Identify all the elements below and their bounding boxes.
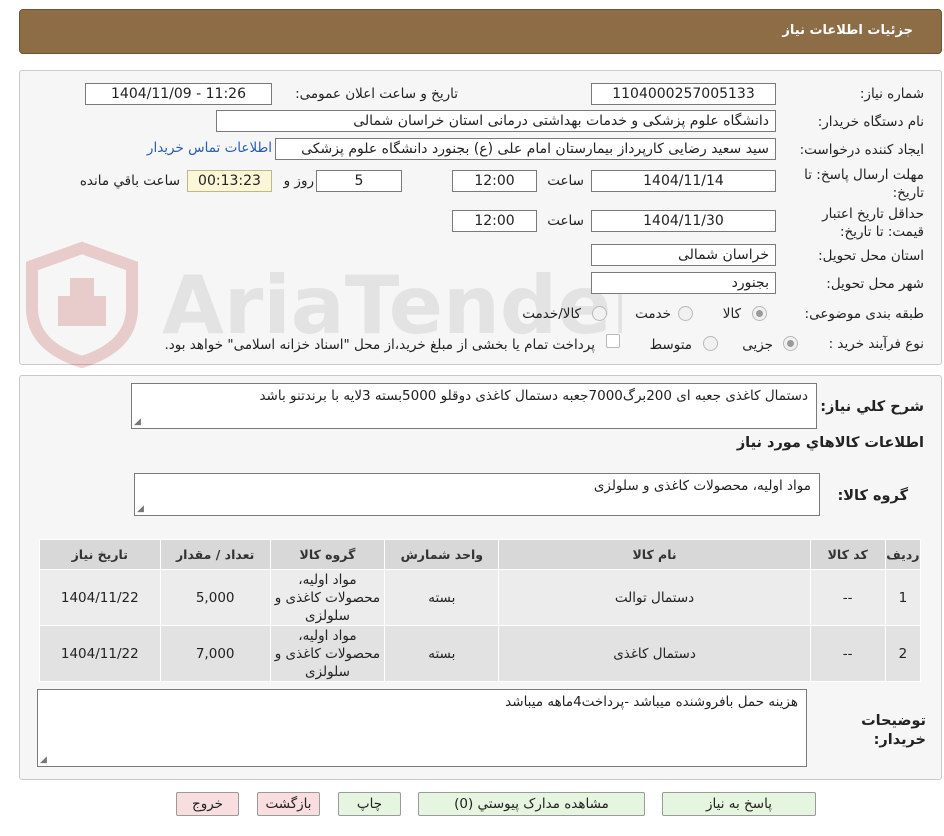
col-item-code: کد کالا	[809, 539, 886, 570]
need-number-field: 1104000257005133	[591, 83, 776, 105]
price-validity-label: حداقل تاریخ اعتبار قیمت: تا تاریخ:	[822, 206, 924, 240]
resize-grip-icon: ◢	[134, 417, 141, 427]
city-label: شهر محل تحویل:	[826, 276, 924, 292]
treasury-payment-note: پرداخت تمام یا بخشی از مبلغ خرید،از محل …	[164, 337, 595, 353]
cell-item-group: مواد اولیه، محصولات کاغذی و سلولزی	[269, 569, 386, 626]
description-label: شرح کلي نياز:	[820, 399, 924, 415]
buyer-notes-textarea: هزینه حمل بافروشنده میباشد -پرداخت4ماهه …	[37, 689, 807, 767]
cell-item-group: مواد اولیه، محصولات کاغذی و سلولزی	[269, 625, 386, 682]
cell-row-number: 2	[884, 625, 922, 682]
col-unit: واحد شمارش	[384, 539, 500, 570]
remaining-label: ساعت باقي مانده	[79, 173, 180, 189]
deadline-hour-label: ساعت	[547, 173, 584, 189]
days-field: 5	[316, 170, 402, 192]
col-quantity: تعداد / مقدار	[159, 539, 271, 570]
buyer-org-label: نام دستگاه خریدار:	[817, 114, 924, 130]
goods-group-textarea: مواد اولیه، محصولات کاغذی و سلولزی ◢	[134, 473, 820, 516]
col-item-name: نام کالا	[498, 539, 811, 570]
goods-group-label: گروه کالا:	[837, 488, 908, 504]
cell-unit: بسته	[384, 569, 500, 626]
resize-grip-icon: ◢	[137, 504, 144, 514]
day-and-label: روز و	[283, 173, 314, 189]
buyer-notes-label: توضیحات خریدار:	[861, 713, 926, 748]
col-need-date: تاريخ نياز	[39, 539, 161, 570]
cell-need-date: 1404/11/22	[39, 569, 161, 626]
deadline-label: مهلت ارسال پاسخ: تا تاریخ:	[804, 167, 924, 201]
category-goods-service-label: کالا/خدمت	[522, 306, 581, 322]
category-goods-service-radio[interactable]	[592, 306, 607, 321]
price-validity-hour-label: ساعت	[547, 213, 584, 229]
cell-item-code: --	[809, 625, 886, 682]
col-row-number: رديف	[884, 539, 922, 570]
category-service-radio[interactable]	[678, 306, 693, 321]
creator-field: سید سعید رضایی کارپرداز بیمارستان امام ع…	[275, 138, 776, 160]
announce-field: 1404/11/09 - 11:26	[85, 83, 272, 105]
cell-item-name: دستمال کاغذی	[498, 625, 811, 682]
description-text: دستمال کاغذی جعبه ای 200برگ7000جعبه دستم…	[259, 388, 808, 404]
reply-button[interactable]: پاسخ به نياز	[662, 792, 816, 816]
resize-grip-icon: ◢	[40, 755, 47, 765]
process-minor-label: جزیی	[742, 337, 773, 353]
cell-unit: بسته	[384, 625, 500, 682]
category-goods-radio[interactable]	[752, 306, 767, 321]
price-validity-date-field: 1404/11/30	[591, 210, 776, 232]
table-header-row: رديف کد کالا نام کالا واحد شمارش گروه کا…	[39, 539, 922, 570]
announce-label: تاریخ و ساعت اعلان عمومی:	[295, 86, 458, 102]
print-button[interactable]: چاپ	[338, 792, 401, 816]
buyer-contact-link[interactable]: اطلاعات تماس خریدار	[147, 140, 272, 156]
city-field: بجنورد	[591, 272, 776, 294]
remaining-time-field: 00:13:23	[187, 170, 272, 192]
category-label: طبقه بندی موضوعی:	[804, 306, 924, 322]
deadline-date-field: 1404/11/14	[591, 170, 776, 192]
back-button[interactable]: بازگشت	[257, 792, 320, 816]
province-field: خراسان شمالی	[591, 244, 776, 266]
col-item-group: گروه کالا	[269, 539, 386, 570]
table-row: 1 -- دستمال توالت بسته مواد اولیه، محصول…	[39, 569, 922, 626]
page-header: جزئیات اطلاعات نیاز	[19, 9, 942, 54]
price-validity-time-field: 12:00	[452, 210, 537, 232]
need-number-label: شماره نیاز:	[859, 86, 924, 102]
buyer-notes-text: هزینه حمل بافروشنده میباشد -پرداخت4ماهه …	[505, 694, 798, 710]
category-service-label: خدمت	[635, 306, 671, 322]
process-medium-radio[interactable]	[703, 336, 718, 351]
cell-need-date: 1404/11/22	[39, 625, 161, 682]
cell-row-number: 1	[884, 569, 922, 626]
category-goods-label: کالا	[722, 306, 741, 322]
cell-item-code: --	[809, 569, 886, 626]
process-minor-radio[interactable]	[783, 336, 798, 351]
process-label: نوع فرآیند خرید :	[828, 336, 924, 352]
exit-button[interactable]: خروج	[176, 792, 239, 816]
description-textarea: دستمال کاغذی جعبه ای 200برگ7000جعبه دستم…	[131, 383, 817, 429]
goods-section-title: اطلاعات کالاهاي مورد نياز	[736, 435, 924, 451]
deadline-time-field: 12:00	[452, 170, 537, 192]
table-row: 2 -- دستمال کاغذی بسته مواد اولیه، محصول…	[39, 625, 922, 682]
cell-item-name: دستمال توالت	[498, 569, 811, 626]
attachments-button[interactable]: مشاهده مدارک پیوستي (0)	[418, 792, 645, 816]
goods-table: رديف کد کالا نام کالا واحد شمارش گروه کا…	[39, 539, 922, 682]
goods-group-text: مواد اولیه، محصولات کاغذی و سلولزی	[593, 478, 811, 494]
province-label: استان محل تحویل:	[818, 248, 924, 264]
cell-quantity: 5,000	[159, 569, 271, 626]
page-title: جزئیات اطلاعات نیاز	[782, 23, 913, 38]
treasury-payment-checkbox[interactable]	[606, 334, 620, 348]
cell-quantity: 7,000	[159, 625, 271, 682]
creator-label: ایجاد کننده درخواست:	[799, 142, 924, 158]
process-medium-label: متوسط	[649, 337, 692, 353]
buyer-org-field: دانشگاه علوم پزشکی و خدمات بهداشتی درمان…	[216, 110, 776, 132]
